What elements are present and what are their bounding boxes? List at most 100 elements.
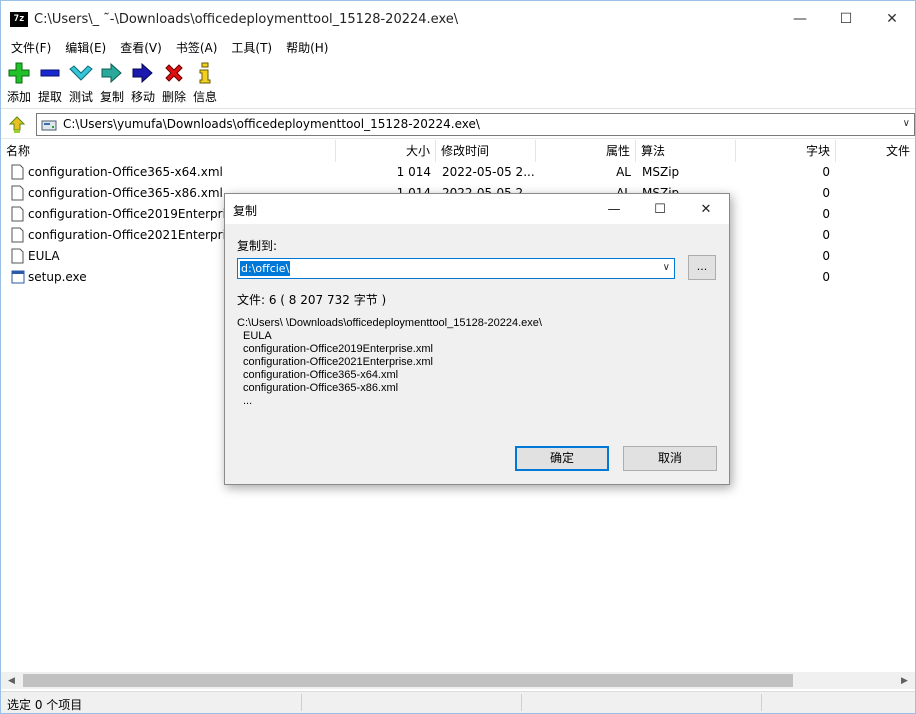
- dialog-close-button[interactable]: ✕: [683, 194, 729, 224]
- dialog-maximize-button[interactable]: ☐: [637, 194, 683, 224]
- close-button[interactable]: ✕: [869, 1, 915, 37]
- address-path: C:\Users\yumufa\Downloads\officedeployme…: [63, 117, 480, 131]
- extract-button[interactable]: 提取: [37, 62, 63, 108]
- item-blocks: 0: [822, 207, 830, 221]
- maximize-icon: ☐: [839, 11, 853, 27]
- item-blocks: 0: [822, 228, 830, 242]
- info-icon: [199, 62, 211, 84]
- copy-dialog: 复制 — ☐ ✕ 复制到: d:\offcie\ ∨ ... 文件: 6 ( 8…: [224, 193, 730, 485]
- item-blocks: 0: [822, 270, 830, 284]
- delete-button[interactable]: 删除: [161, 62, 187, 108]
- scroll-right-icon[interactable]: ▶: [896, 672, 913, 689]
- add-button[interactable]: 添加: [6, 62, 32, 108]
- add-icon: [8, 62, 30, 84]
- source-path: C:\Users\ \Downloads\officedeploymenttoo…: [237, 317, 542, 329]
- status-divider: [521, 694, 522, 711]
- list-item[interactable]: configuration-Office365-x64.xml 1 014 20…: [1, 162, 915, 183]
- scroll-left-icon[interactable]: ◀: [3, 672, 20, 689]
- app-7zip-icon: 7z: [10, 12, 28, 27]
- menu-bookmarks[interactable]: 书签(A): [166, 37, 218, 57]
- status-bar: 选定 0 个项目: [1, 691, 915, 713]
- close-icon: ✕: [886, 11, 898, 27]
- chevron-down-icon[interactable]: ∨: [663, 262, 670, 273]
- file-icon: [11, 185, 24, 201]
- item-name: configuration-Office365-x64.xml: [28, 165, 223, 179]
- menu-tools[interactable]: 工具(T): [221, 37, 272, 57]
- delete-label: 删除: [161, 90, 186, 104]
- executable-icon: [11, 270, 25, 284]
- source-file-listing: C:\Users\ \Downloads\officedeploymenttoo…: [237, 317, 542, 408]
- menu-help[interactable]: 帮助(H): [276, 37, 328, 57]
- title-bar[interactable]: 7z C:\Users\_ ˜-\Downloads\officedeploym…: [1, 1, 915, 37]
- info-label: 信息: [192, 90, 217, 104]
- minimize-button[interactable]: —: [777, 1, 823, 37]
- add-label: 添加: [6, 90, 31, 104]
- item-name: EULA: [28, 249, 60, 263]
- item-blocks: 0: [822, 165, 830, 179]
- status-divider: [761, 694, 762, 711]
- browse-button[interactable]: ...: [688, 255, 716, 280]
- horizontal-scrollbar[interactable]: ◀ ▶: [1, 672, 915, 689]
- move-icon: [132, 62, 153, 84]
- dialog-title-bar[interactable]: 复制 — ☐ ✕: [225, 194, 729, 224]
- column-size[interactable]: 大小: [336, 140, 436, 162]
- dialog-title: 复制: [233, 204, 258, 218]
- file-icon: [11, 206, 24, 222]
- copy-button[interactable]: 复制: [99, 62, 125, 108]
- dialog-minimize-button[interactable]: —: [591, 194, 637, 224]
- move-button[interactable]: 移动: [130, 62, 156, 108]
- listing-item: ...: [243, 395, 253, 407]
- window-title: C:\Users\_ ˜-\Downloads\officedeployment…: [34, 12, 459, 27]
- cancel-button[interactable]: 取消: [623, 446, 717, 471]
- status-text: 选定 0 个项目: [7, 698, 83, 712]
- close-icon: ✕: [700, 201, 712, 217]
- scrollbar-thumb[interactable]: [23, 674, 793, 687]
- test-button[interactable]: 测试: [68, 62, 94, 108]
- column-blocks[interactable]: 字块: [736, 140, 836, 162]
- item-blocks: 0: [822, 249, 830, 263]
- listing-item: configuration-Office2021Enterprise.xml: [243, 356, 433, 368]
- move-label: 移动: [130, 90, 155, 104]
- minimize-icon: —: [607, 201, 621, 217]
- column-modified[interactable]: 修改时间: [436, 140, 536, 162]
- item-name: configuration-Office365-x86.xml: [28, 186, 223, 200]
- item-name: setup.exe: [28, 270, 87, 284]
- up-folder-button[interactable]: [8, 116, 26, 137]
- chevron-down-icon[interactable]: ∨: [903, 118, 910, 129]
- extract-label: 提取: [37, 90, 62, 104]
- delete-icon: [165, 64, 183, 82]
- test-icon: [69, 65, 93, 81]
- menu-edit[interactable]: 编辑(E): [55, 37, 106, 57]
- address-bar: C:\Users\yumufa\Downloads\officedeployme…: [1, 111, 915, 139]
- toolbar: 添加 提取 测试 复制 移动 删除 信息: [1, 57, 915, 109]
- column-method[interactable]: 算法: [636, 140, 736, 162]
- status-divider: [301, 694, 302, 711]
- ok-button[interactable]: 确定: [515, 446, 609, 471]
- copy-to-label: 复制到:: [237, 239, 278, 253]
- item-blocks: 0: [822, 186, 830, 200]
- maximize-button[interactable]: ☐: [823, 1, 869, 37]
- file-icon: [11, 227, 24, 243]
- menu-bar: 文件(F) 编辑(E) 查看(V) 书签(A) 工具(T) 帮助(H): [1, 37, 915, 57]
- item-name: configuration-Office2019Enterprise: [28, 207, 240, 221]
- drive-icon: [41, 120, 57, 131]
- copy-icon: [101, 62, 122, 84]
- minimize-icon: —: [793, 11, 807, 27]
- address-combo[interactable]: C:\Users\yumufa\Downloads\officedeployme…: [36, 113, 915, 136]
- item-attributes: AL: [616, 165, 631, 179]
- item-modified: 2022-05-05 2...: [442, 165, 535, 179]
- copy-label: 复制: [99, 90, 124, 104]
- list-header: 名称 大小 修改时间 属性 算法 字块 文件: [1, 140, 915, 162]
- test-label: 测试: [68, 90, 93, 104]
- menu-view[interactable]: 查看(V): [110, 37, 162, 57]
- info-button[interactable]: 信息: [192, 62, 218, 108]
- column-folders[interactable]: 文件: [836, 140, 915, 162]
- menu-file[interactable]: 文件(F): [1, 37, 51, 57]
- up-arrow-icon: [8, 116, 26, 133]
- column-name[interactable]: 名称: [1, 140, 336, 162]
- destination-combo[interactable]: d:\offcie\ ∨: [237, 258, 675, 279]
- column-attributes[interactable]: 属性: [536, 140, 636, 162]
- listing-item: EULA: [243, 330, 272, 342]
- files-count: 文件: 6 ( 8 207 732 字节 ): [237, 293, 387, 307]
- destination-value[interactable]: d:\offcie\: [240, 261, 291, 276]
